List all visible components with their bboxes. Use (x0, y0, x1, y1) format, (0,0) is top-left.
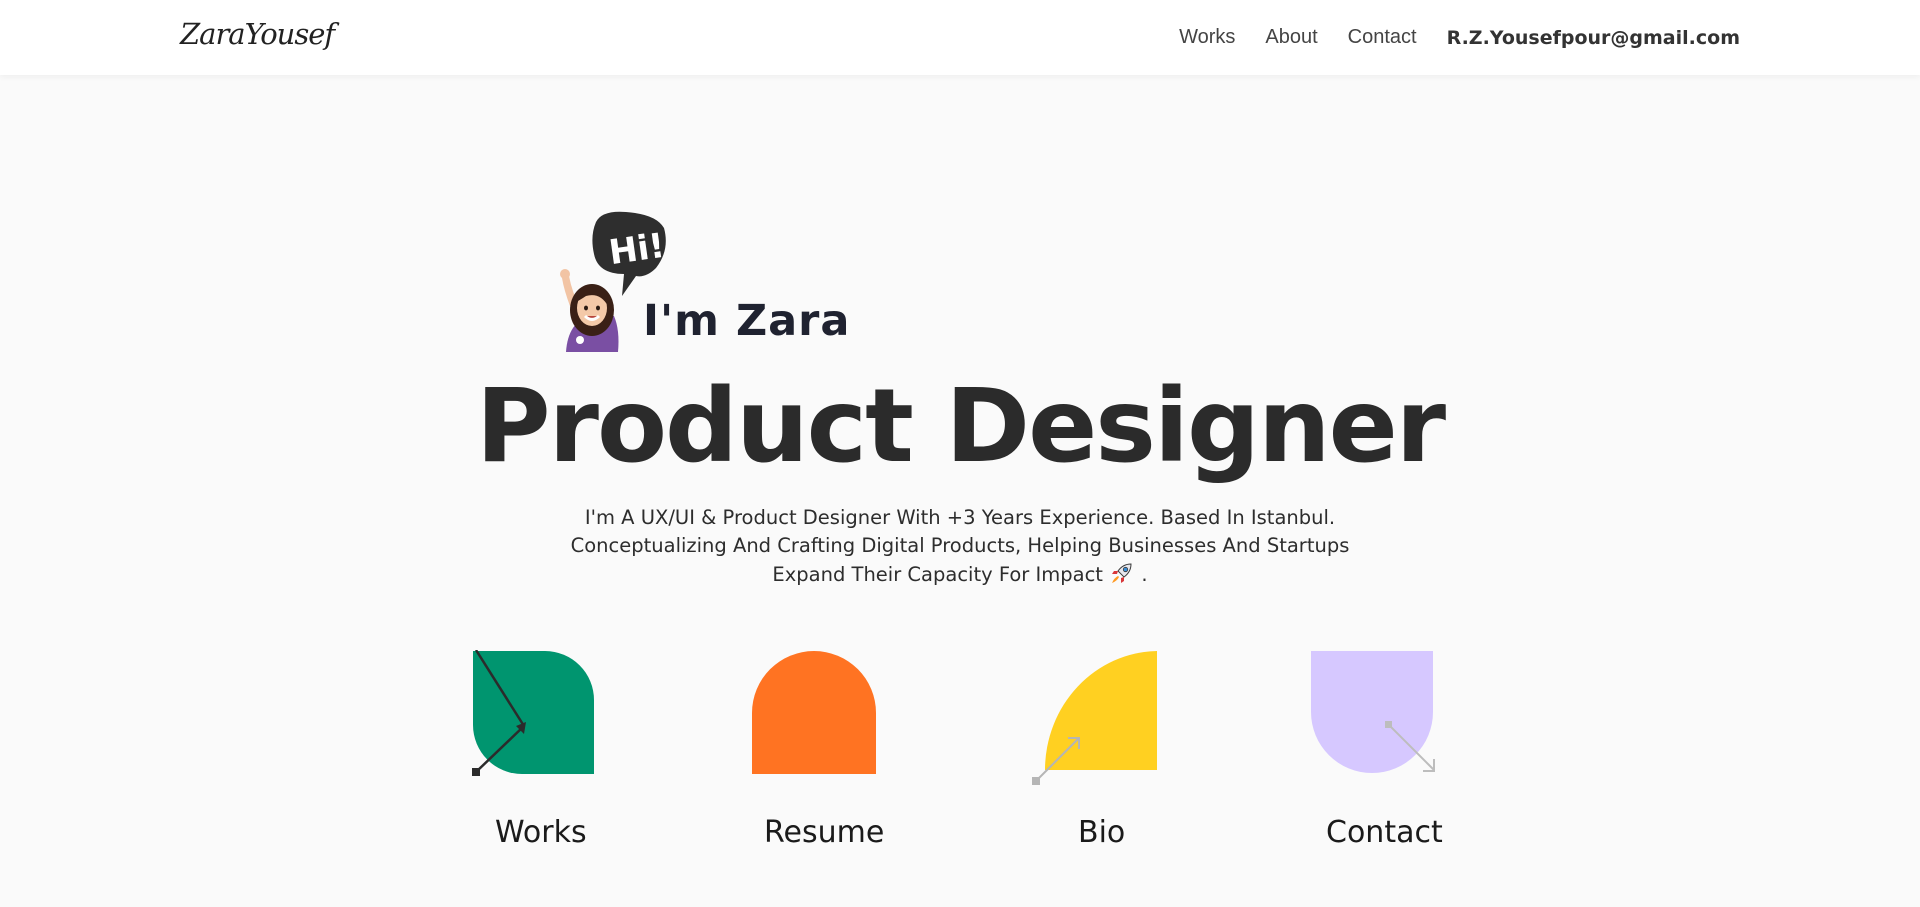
greeting-heading: I'm Zara (643, 296, 851, 346)
intro-line: Conceptualizing And Crafting Digital Pro… (570, 534, 1350, 557)
section-cards: Works Resume Bio Contact (0, 650, 1920, 860)
card-works[interactable]: Works (472, 650, 672, 860)
svg-text:Hi!: Hi! (607, 226, 668, 273)
bio-shape-fill (1045, 651, 1157, 770)
nav-link-works[interactable]: Works (1179, 26, 1235, 49)
nav-link-about[interactable]: About (1265, 26, 1317, 49)
main-nav: Works About Contact R.Z.Yousefpour@gmail… (1179, 0, 1740, 75)
card-label-works: Works (495, 815, 587, 850)
intro-description: I'm A UX/UI & Product Designer With +3 Y… (560, 504, 1360, 589)
works-shape (472, 650, 594, 776)
card-bio[interactable]: Bio (1030, 650, 1230, 860)
nav-email-link[interactable]: R.Z.Yousefpour@gmail.com (1447, 27, 1740, 49)
bio-shape (1032, 651, 1157, 785)
site-logo[interactable]: ZaraYousef (180, 17, 335, 51)
site-header: ZaraYousef Works About Contact R.Z.Youse… (0, 0, 1920, 75)
card-resume[interactable]: Resume (751, 650, 951, 860)
resume-shape-fill (752, 651, 876, 774)
nav-link-contact[interactable]: Contact (1348, 26, 1417, 49)
card-label-bio: Bio (1078, 815, 1126, 850)
page-title: Product Designer (475, 367, 1446, 486)
card-label-resume: Resume (764, 815, 885, 850)
contact-shape (1311, 651, 1435, 773)
rocket-icon (1109, 563, 1141, 586)
resume-shape (752, 651, 876, 774)
contact-shape-fill (1311, 651, 1433, 773)
card-contact[interactable]: Contact (1310, 650, 1510, 860)
works-shape-fill (473, 651, 594, 774)
intro-line: Expand Their Capacity For Impact . (772, 563, 1148, 586)
intro-line: I'm A UX/UI & Product Designer With +3 Y… (584, 506, 1336, 529)
card-label-contact: Contact (1326, 815, 1443, 850)
